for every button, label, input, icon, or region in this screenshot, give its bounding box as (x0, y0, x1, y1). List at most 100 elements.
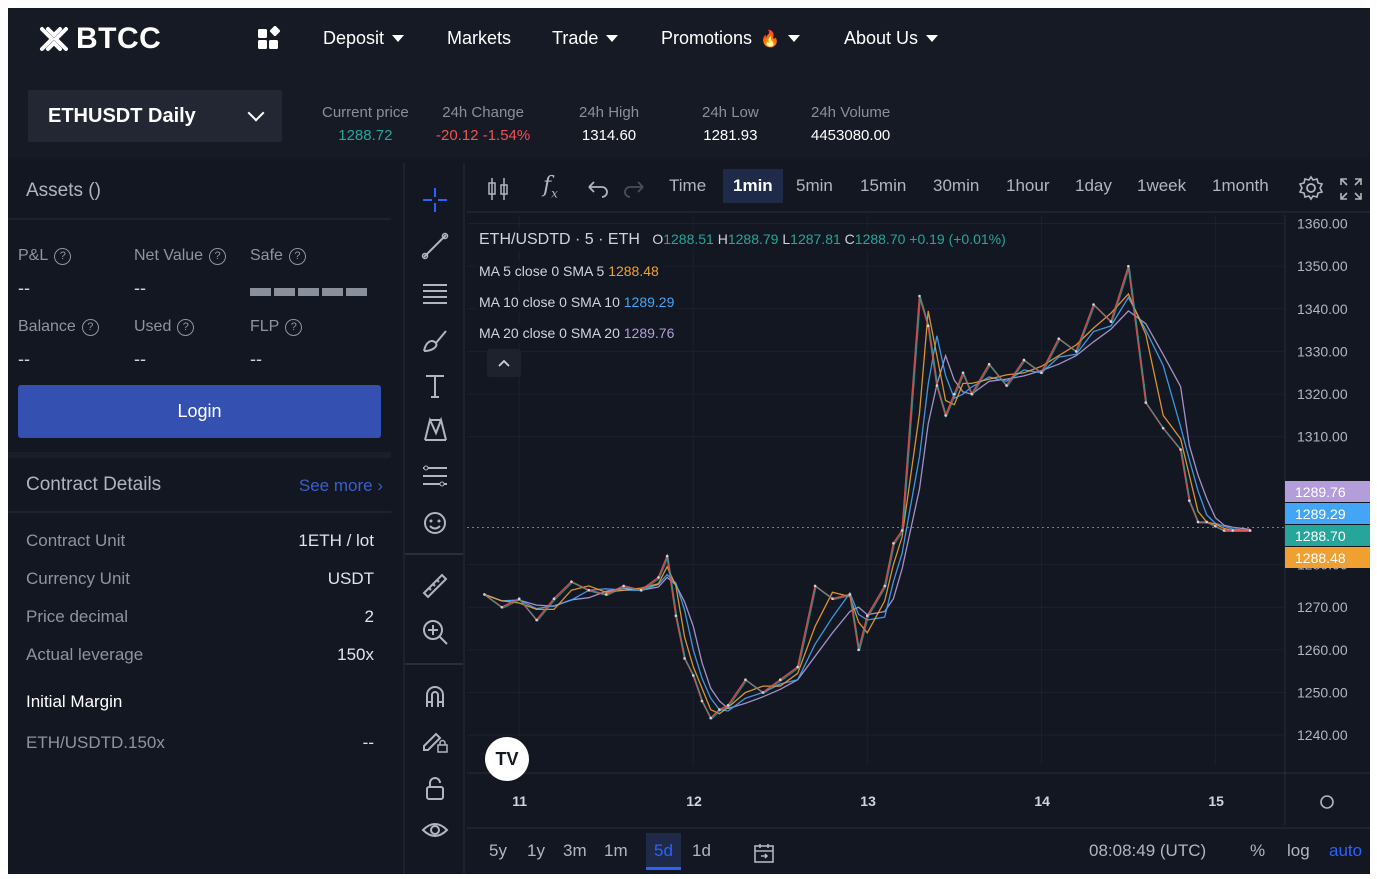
range-1y[interactable]: 1y (527, 841, 545, 861)
interval-1hour[interactable]: 1hour (1006, 176, 1049, 196)
interval-1min[interactable]: 1min (723, 169, 783, 203)
legend-collapse-button[interactable] (487, 349, 521, 377)
ruler-icon[interactable] (420, 571, 450, 601)
eye-icon[interactable] (420, 815, 450, 845)
pattern-icon[interactable] (420, 415, 450, 445)
data-point (718, 708, 721, 711)
stat-label: Current price (322, 104, 409, 121)
ma20-legend: MA 20 close 0 SMA 20 1289.76 (475, 323, 679, 343)
undo-icon[interactable] (587, 179, 609, 199)
data-point (1214, 524, 1217, 528)
stat-24h-low: 24h Low 1281.93 (702, 104, 759, 144)
data-point (1074, 350, 1078, 353)
data-point (970, 392, 974, 396)
zoom-in-icon[interactable] (420, 617, 450, 647)
range-5y[interactable]: 5y (489, 841, 507, 861)
emoji-icon[interactable] (420, 508, 450, 538)
interval-15min[interactable]: 15min (860, 176, 906, 196)
data-point (778, 678, 782, 682)
text-tool-icon[interactable] (420, 371, 450, 401)
login-button[interactable]: Login (18, 385, 381, 438)
legend-c-label: C (844, 231, 855, 247)
data-point (1005, 384, 1008, 387)
see-more-link[interactable]: See more › (299, 476, 383, 496)
fullscreen-icon[interactable] (1339, 177, 1363, 201)
range-5d[interactable]: 5d (646, 833, 681, 870)
divider (8, 218, 391, 220)
candle-style-icon[interactable] (485, 176, 511, 202)
data-point (700, 699, 704, 703)
y-tick-label: 1310.00 (1297, 429, 1348, 445)
nav-markets[interactable]: Markets (447, 28, 511, 49)
help-icon[interactable]: ? (54, 247, 72, 265)
chart-container: fx Time 1min 5min 15min 30min 1hour 1day… (467, 163, 1370, 874)
help-icon[interactable]: ? (81, 318, 99, 336)
utc-clock[interactable]: 08:08:49 (UTC) (1089, 841, 1206, 861)
help-icon[interactable]: ? (209, 247, 227, 265)
caret-down-icon (392, 35, 405, 42)
data-point (552, 597, 556, 601)
help-icon[interactable]: ? (177, 318, 195, 336)
data-point (483, 593, 486, 596)
contract-row: Price decimal 2 (26, 607, 374, 627)
tradingview-logo[interactable]: TV (485, 737, 529, 781)
contract-row: Currency Unit USDT (26, 569, 374, 589)
brush-icon[interactable] (420, 325, 450, 355)
data-point (926, 324, 930, 328)
net-value-label-text: Net Value (134, 247, 204, 264)
x-tick-label: 12 (686, 793, 702, 809)
fib-retracement-icon[interactable] (420, 461, 450, 491)
symbol-selector[interactable]: ETHUSDT Daily (28, 90, 282, 142)
see-more-label: See more (298, 476, 373, 495)
data-point (674, 614, 678, 618)
chevron-up-icon (498, 359, 510, 367)
interval-1day[interactable]: 1day (1075, 176, 1112, 196)
log-toggle[interactable]: log (1287, 841, 1310, 861)
data-point (865, 614, 869, 618)
y-tick-label: 1320.00 (1297, 386, 1348, 402)
legend-high: 1288.79 (727, 231, 779, 247)
range-1d[interactable]: 1d (692, 841, 711, 861)
help-icon[interactable]: ? (288, 247, 306, 265)
legend-low: 1287.81 (790, 231, 841, 247)
brand-logo[interactable]: BTCC (38, 22, 161, 56)
data-point (1179, 448, 1182, 451)
stat-value: 1314.60 (581, 127, 637, 144)
nav-promotions[interactable]: Promotions 🔥 (661, 28, 800, 49)
date-range-icon[interactable] (753, 842, 775, 864)
data-point (726, 704, 730, 707)
nav-trade[interactable]: Trade (552, 28, 619, 49)
indicators-button[interactable]: fx (543, 173, 558, 200)
range-1m[interactable]: 1m (604, 841, 628, 861)
help-icon[interactable]: ? (285, 318, 303, 336)
btcc-logo-icon (40, 27, 68, 51)
stat-value: 1281.93 (703, 127, 758, 144)
stat-label: 24h Change (442, 104, 524, 121)
stat-value: -20.12 -1.54% (436, 127, 531, 144)
interval-1month[interactable]: 1month (1212, 176, 1269, 196)
range-3m[interactable]: 3m (563, 841, 587, 861)
crosshair-icon[interactable] (420, 185, 450, 215)
trend-line-icon[interactable] (420, 231, 450, 261)
data-point (1196, 520, 1200, 524)
horizontal-lines-icon[interactable] (420, 278, 450, 308)
divider (8, 511, 391, 513)
gear-icon[interactable] (1298, 175, 1324, 201)
price-label: 1288.70 (1295, 528, 1346, 544)
auto-toggle[interactable]: auto (1329, 841, 1362, 861)
nav-deposit[interactable]: Deposit (323, 28, 405, 49)
magnet-icon[interactable] (420, 681, 450, 711)
interval-5min[interactable]: 5min (796, 176, 833, 196)
lock-drawing-icon[interactable] (420, 726, 450, 756)
interval-1week[interactable]: 1week (1137, 176, 1186, 196)
interval-time[interactable]: Time (669, 176, 706, 196)
scale-settings-icon (1320, 795, 1334, 809)
percent-toggle[interactable]: % (1250, 841, 1265, 861)
stat-label: 24h Volume (811, 104, 891, 121)
redo-icon[interactable] (623, 179, 645, 199)
initial-margin-label: Initial Margin (26, 692, 123, 711)
interval-30min[interactable]: 30min (933, 176, 979, 196)
nav-about-us[interactable]: About Us (844, 28, 939, 49)
apps-grid-icon[interactable] (257, 26, 283, 52)
lock-icon[interactable] (420, 773, 450, 803)
